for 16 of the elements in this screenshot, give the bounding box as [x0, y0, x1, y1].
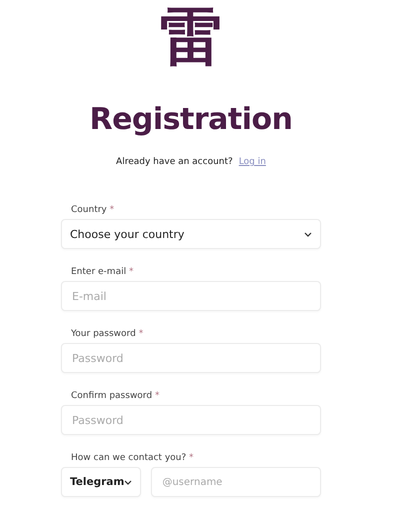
- logo: 雷: [160, 2, 222, 72]
- field-label: Confirm password *: [70, 391, 160, 401]
- field-label: Enter e-mail *: [70, 267, 134, 277]
- input-field[interactable]: E-mail: [61, 281, 321, 311]
- field-label: Country *: [70, 205, 116, 215]
- field-label: How can we contact you? *: [70, 453, 195, 463]
- chevron-down-icon: [304, 232, 312, 236]
- input-field[interactable]: Password: [61, 405, 321, 435]
- login-prompt: Already have an account?: [116, 157, 233, 167]
- page-title: Registration: [89, 102, 293, 137]
- field-label: Your password *: [70, 329, 144, 339]
- chevron-down-icon: [124, 480, 132, 484]
- input-field[interactable]: Password: [61, 343, 321, 373]
- contact-method-select[interactable]: Telegram: [61, 467, 142, 497]
- country-select[interactable]: Choose your country: [61, 219, 321, 249]
- username-field[interactable]: @username: [151, 467, 321, 497]
